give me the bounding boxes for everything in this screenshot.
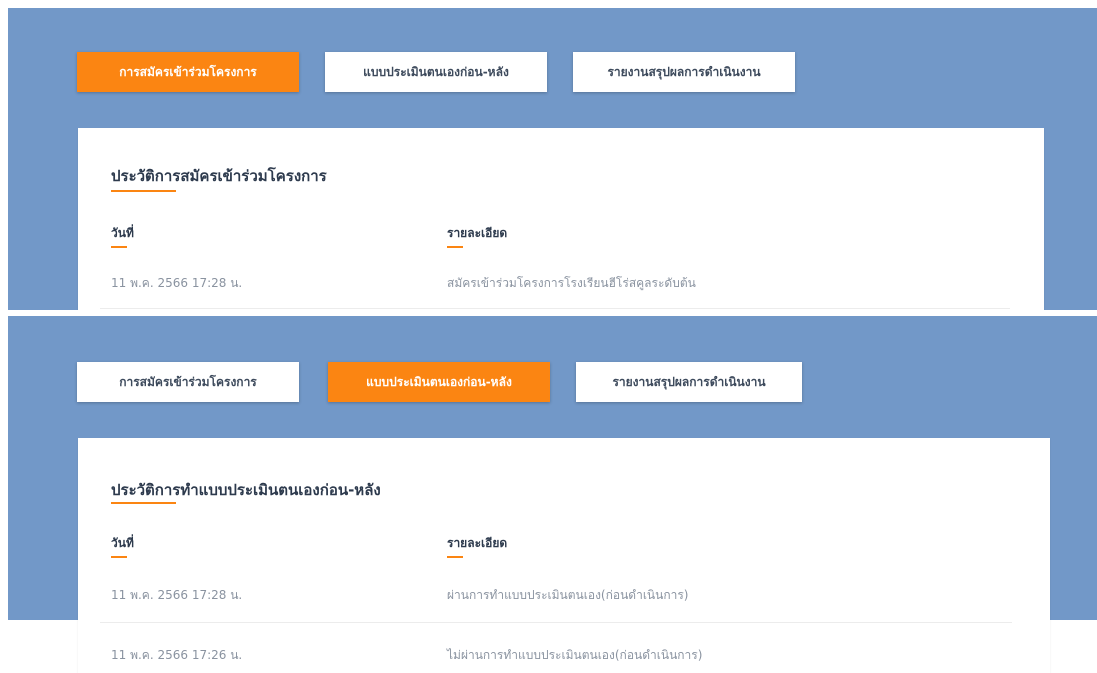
column-header-detail: รายละเอียด	[447, 226, 508, 240]
row-divider	[100, 308, 1010, 309]
column-header-date: วันที่	[111, 226, 134, 240]
row-date: 11 พ.ค. 2566 17:28 น.	[111, 276, 243, 290]
title-underline	[111, 502, 176, 504]
column-header-detail: รายละเอียด	[447, 536, 508, 550]
column-header-date: วันที่	[111, 536, 134, 550]
history-card: ประวัติการทำแบบประเมินตนเองก่อน-หลัง วัน…	[78, 438, 1050, 673]
section-title: ประวัติการทำแบบประเมินตนเองก่อน-หลัง	[111, 481, 381, 499]
column-underline	[447, 556, 463, 558]
row-detail: สมัครเข้าร่วมโครงการโรงเรียนฮีโร่สคูลระด…	[447, 276, 696, 290]
tab-register[interactable]: การสมัครเข้าร่วมโครงการ	[77, 52, 299, 92]
registration-panel: การสมัครเข้าร่วมโครงการ แบบประเมินตนเองก…	[8, 8, 1097, 310]
column-underline	[111, 556, 127, 558]
row-divider	[100, 622, 1012, 623]
title-underline	[111, 190, 176, 192]
tab-register[interactable]: การสมัครเข้าร่วมโครงการ	[77, 362, 299, 402]
column-underline	[447, 246, 463, 248]
history-card: ประวัติการสมัครเข้าร่วมโครงการ วันที่ รา…	[78, 128, 1044, 310]
tab-self-assessment[interactable]: แบบประเมินตนเองก่อน-หลัง	[325, 52, 547, 92]
row-detail: ไม่ผ่านการทำแบบประเมินตนเอง(ก่อนดำเนินกา…	[447, 648, 703, 662]
row-date: 11 พ.ค. 2566 17:26 น.	[111, 648, 243, 662]
tab-report[interactable]: รายงานสรุปผลการดำเนินงาน	[576, 362, 802, 402]
section-title: ประวัติการสมัครเข้าร่วมโครงการ	[111, 167, 327, 185]
row-detail: ผ่านการทำแบบประเมินตนเอง(ก่อนดำเนินการ)	[447, 588, 689, 602]
column-underline	[111, 246, 127, 248]
tab-self-assessment[interactable]: แบบประเมินตนเองก่อน-หลัง	[328, 362, 550, 402]
assessment-panel: การสมัครเข้าร่วมโครงการ แบบประเมินตนเองก…	[8, 316, 1097, 673]
tab-report[interactable]: รายงานสรุปผลการดำเนินงาน	[573, 52, 795, 92]
row-date: 11 พ.ค. 2566 17:28 น.	[111, 588, 243, 602]
